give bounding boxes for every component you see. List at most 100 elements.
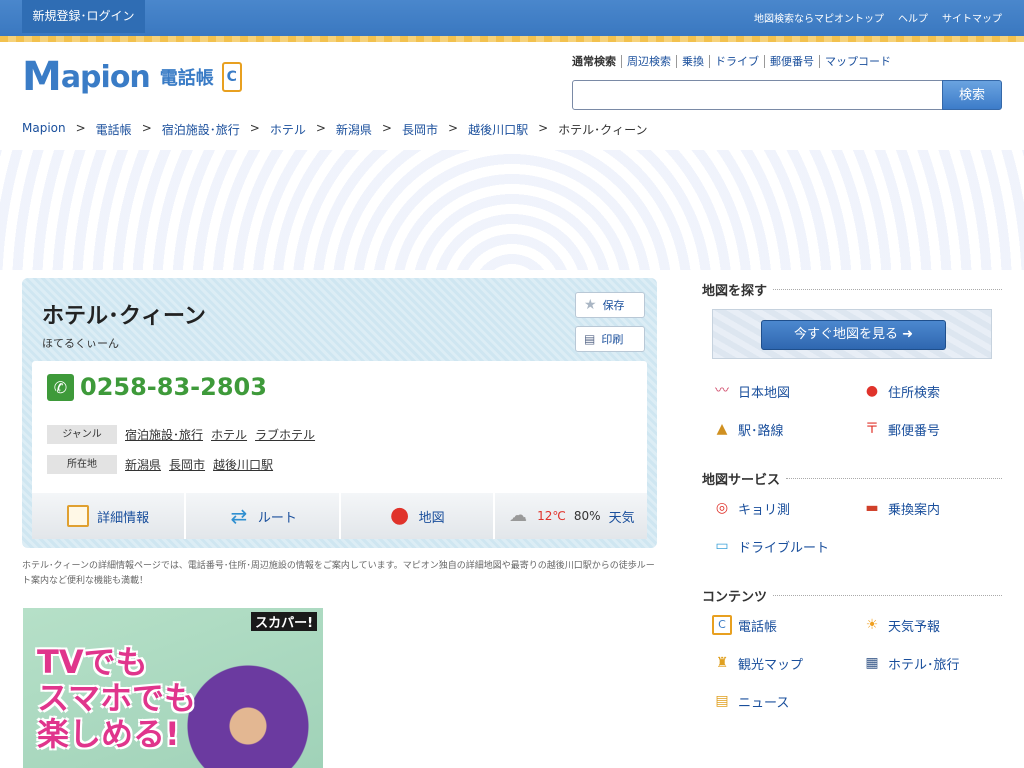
sidebar-item-label: ドライブルート (738, 540, 830, 556)
map-pin-icon: ● (390, 503, 410, 528)
top-link-mapion-top[interactable]: 地図検索ならマピオントップ (754, 10, 884, 25)
breadcrumb-niigata[interactable]: 新潟県 (336, 121, 372, 138)
phone-icon: ✆ (47, 373, 74, 401)
search-tab-transit[interactable]: 乗換 (676, 55, 709, 68)
place-kana: ほてるくぃーん (42, 337, 119, 350)
sun-icon: ☀ (865, 617, 879, 633)
search-tab-nearby[interactable]: 周辺検索 (621, 55, 676, 68)
car-icon: ▭ (715, 538, 729, 554)
phone-book-icon: C (712, 615, 732, 635)
breadcrumb-hotel[interactable]: ホテル (270, 121, 306, 138)
genre-link-love-hotel[interactable]: ラブホテル (255, 426, 315, 443)
place-name: ホテル･クィーン (42, 304, 206, 329)
sidebar-item-postal[interactable]: 〒 郵便番号 (862, 419, 940, 439)
contents-heading: コンテンツ (702, 586, 1002, 605)
sidebar-item-distance[interactable]: ◎ キョリ測 (712, 498, 790, 518)
location-link-station[interactable]: 越後川口駅 (213, 456, 273, 473)
location-row: 所在地 新潟県 長岡市 越後川口駅 (47, 455, 273, 474)
view-map-button[interactable]: 今すぐ地図を見る ➜ (761, 320, 946, 350)
genre-link-lodging[interactable]: 宿泊施設･旅行 (125, 426, 203, 443)
route-label: ルート (257, 510, 297, 526)
sidebar-item-label: 天気予報 (888, 619, 941, 635)
sidebar-item-label: ニュース (738, 695, 790, 711)
sidebar-item-sightseeing[interactable]: ♜ 観光マップ (712, 653, 803, 673)
save-label: 保存 (602, 299, 625, 312)
search-tab-mapcode[interactable]: マップコード (819, 55, 896, 68)
star-icon: ★ (584, 297, 597, 313)
sidebar-item-news[interactable]: ▤ ニュース (712, 691, 789, 711)
logo[interactable]: M apion 電話帳 C (22, 54, 242, 100)
weather-label: 天気 (608, 510, 635, 526)
location-link-niigata[interactable]: 新潟県 (125, 456, 161, 473)
search-tab-postal[interactable]: 郵便番号 (764, 55, 819, 68)
sidebar-item-drive-route[interactable]: ▭ ドライブルート (712, 536, 829, 556)
map-service-heading-text: 地図サービス (702, 473, 781, 488)
sidebar-item-phonebook[interactable]: C 電話帳 (712, 615, 777, 635)
genre-row: ジャンル 宿泊施設･旅行 ホテル ラブホテル (47, 425, 315, 444)
logo-m: M (22, 54, 62, 100)
phone-row: ✆ 0258-83-2803 (47, 373, 267, 401)
breadcrumb-separator: > (538, 121, 549, 135)
ad-brand: スカパー! (251, 612, 317, 631)
detail-button[interactable]: 詳細情報 (32, 493, 185, 539)
ad-headline: TVでも スマホでも 楽しめる! (37, 644, 196, 752)
sidebar-item-label: 郵便番号 (888, 423, 941, 439)
map-label: 地図 (418, 510, 445, 526)
sidebar-item-japan-map[interactable]: 〰 日本地図 (712, 381, 790, 401)
phone-book-icon: C (221, 62, 242, 92)
sidebar-item-address-search[interactable]: ● 住所検索 (862, 381, 940, 401)
login-button[interactable]: 新規登録･ログイン (22, 0, 145, 33)
print-button[interactable]: ▤ 印刷 (575, 326, 645, 352)
top-link-help[interactable]: ヘルプ (898, 10, 928, 25)
genre-link-hotel[interactable]: ホテル (211, 426, 247, 443)
logo-text: apion (60, 59, 151, 95)
search-tab-normal[interactable]: 通常検索 (572, 55, 621, 68)
sidebar-item-weather[interactable]: ☀ 天気予報 (862, 615, 940, 635)
japan-map-icon: 〰 (715, 383, 729, 399)
breadcrumb-station[interactable]: 越後川口駅 (468, 121, 528, 138)
breadcrumb-mapion[interactable]: Mapion (22, 121, 66, 138)
postal-mark-icon: 〒 (865, 421, 879, 437)
find-map-heading: 地図を探す (702, 280, 1002, 299)
clipboard-icon (67, 505, 90, 527)
search-tabs: 通常検索 周辺検索 乗換 ドライブ 郵便番号 マップコード (572, 55, 896, 68)
breadcrumb-separator: > (381, 121, 392, 135)
advertisement[interactable]: スカパー! TVでも スマホでも 楽しめる! (23, 608, 323, 768)
top-link-sitemap[interactable]: サイトマップ (942, 10, 1002, 25)
search-button[interactable]: 検索 (942, 80, 1002, 110)
building-icon: ▦ (865, 655, 879, 671)
train-car-icon: ▬ (865, 500, 879, 516)
breadcrumb-nagaoka[interactable]: 長岡市 (402, 121, 438, 138)
phone-number[interactable]: 0258-83-2803 (80, 373, 267, 401)
sidebar-item-label: 電話帳 (738, 619, 778, 635)
contents-heading-text: コンテンツ (702, 590, 768, 605)
arrow-right-icon: ➜ (902, 327, 914, 342)
printer-icon: ▤ (584, 332, 596, 346)
distance-measure-icon: ◎ (715, 500, 729, 516)
search-input[interactable] (572, 80, 944, 110)
save-button[interactable]: ★ 保存 (575, 292, 645, 318)
breadcrumb-current: ホテル･クィーン (558, 123, 648, 137)
search-tab-drive[interactable]: ドライブ (709, 55, 764, 68)
sidebar-item-label: 日本地図 (738, 385, 791, 401)
sidebar-item-transit[interactable]: ▬ 乗換案内 (862, 498, 940, 518)
view-map-label: 今すぐ地図を見る (793, 327, 898, 342)
map-banner[interactable]: 今すぐ地図を見る ➜ (712, 309, 992, 359)
weather-temperature: 12℃ (537, 509, 566, 523)
breadcrumb-lodging[interactable]: 宿泊施設･旅行 (162, 121, 240, 138)
breadcrumb-phonebook[interactable]: 電話帳 (96, 121, 132, 138)
route-button[interactable]: ⇄ ルート (186, 493, 339, 539)
sidebar-item-label: キョリ測 (738, 502, 791, 518)
location-link-nagaoka[interactable]: 長岡市 (169, 456, 205, 473)
breadcrumb-separator: > (448, 121, 459, 135)
sidebar-item-hotel-travel[interactable]: ▦ ホテル･旅行 (862, 653, 960, 673)
weather-button[interactable]: ☁ 12℃ 80% 天気 (494, 493, 647, 539)
route-sign-icon: ⇄ (230, 504, 248, 528)
place-info-panel: ✆ 0258-83-2803 ジャンル 宿泊施設･旅行 ホテル ラブホテル 所在… (32, 361, 647, 539)
sidebar-item-label: ホテル･旅行 (888, 657, 960, 673)
sidebar-item-station[interactable]: ▲ 駅･路線 (712, 419, 784, 439)
page-description: ホテル･クィーンの詳細情報ページでは、電話番号･住所･周辺施設の情報をご案内して… (22, 561, 655, 586)
top-bar: 新規登録･ログイン 地図検索ならマピオントップ ヘルプ サイトマップ (0, 0, 1024, 36)
map-button[interactable]: ● 地図 (340, 493, 493, 539)
breadcrumb-separator: > (249, 121, 260, 135)
